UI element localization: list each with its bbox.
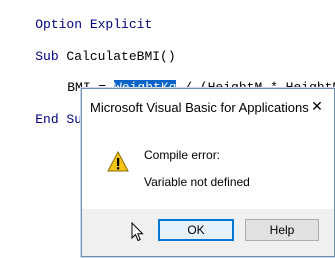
code-keyword: Option [35, 17, 83, 32]
warning-icon [107, 151, 129, 172]
mouse-pointer-icon [131, 222, 144, 242]
code-text: CalculateBMI() [58, 49, 176, 64]
ok-button[interactable]: OK [158, 219, 234, 241]
close-button[interactable]: ✕ [306, 97, 328, 117]
error-heading: Compile error: [144, 148, 221, 162]
dialog-title: Microsoft Visual Basic for Applications [90, 100, 309, 115]
code-line-end-sub: End Sub [4, 96, 90, 144]
code-text: Explicit [82, 17, 153, 32]
compile-error-dialog: Microsoft Visual Basic for Applications … [81, 88, 335, 257]
close-icon: ✕ [311, 99, 323, 115]
code-keyword: Sub [35, 49, 59, 64]
dialog-button-bar: OK Help [82, 209, 334, 256]
dialog-titlebar[interactable]: Microsoft Visual Basic for Applications … [82, 89, 334, 125]
dialog-message-area: Compile error: Variable not defined [82, 125, 334, 209]
help-button[interactable]: Help [245, 219, 319, 241]
error-detail: Variable not defined [144, 175, 250, 189]
